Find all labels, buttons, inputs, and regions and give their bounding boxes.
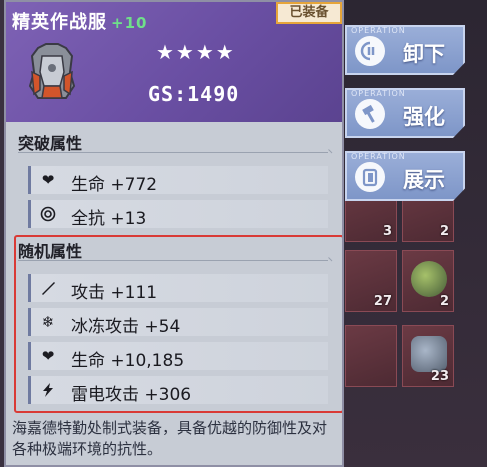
stat-row: ❤ 生命 +772 [28, 166, 328, 195]
stat-row: 全抗 +13 [28, 200, 328, 229]
operation-tag: OPERATION [351, 26, 406, 35]
inventory-slot[interactable]: 27 [345, 250, 397, 312]
operation-tag: OPERATION [351, 89, 406, 98]
slot-count: 27 [373, 294, 392, 309]
unequip-button[interactable]: OPERATION 卸下 [345, 25, 465, 75]
display-icon [355, 162, 385, 192]
item-level: +10 [111, 14, 148, 32]
operation-tag: OPERATION [351, 152, 406, 161]
inventory-slot[interactable] [345, 325, 397, 387]
slot-count: 2 [439, 294, 449, 309]
gear-score: GS:1490 [148, 82, 240, 106]
stat-label: 生命 [71, 175, 105, 195]
stat-label: 全抗 [71, 209, 105, 229]
item-name: 精英作战服 [12, 12, 107, 33]
unequip-label: 卸下 [403, 42, 445, 66]
item-title: 精英作战服 +10 [12, 8, 147, 34]
rarity-stars: ★★★★ [156, 40, 236, 64]
equipped-badge: 已装备 [276, 2, 342, 24]
slot-count: 2 [439, 224, 449, 239]
slot-count: 23 [430, 369, 449, 384]
breakthrough-title: 突破属性 [18, 134, 83, 153]
item-thumbnail [411, 261, 447, 297]
resist-all-icon [39, 205, 57, 223]
stat-value: +13 [110, 209, 147, 229]
heart-icon: ❤ [41, 171, 55, 189]
hammer-icon [355, 99, 385, 129]
section-divider [18, 152, 328, 153]
random-stats-highlight [14, 235, 342, 413]
inventory-slot[interactable]: 23 [402, 325, 454, 387]
item-description: 海嘉德特勤处制式装备，具备优越的防御性及对各种极端环境的抗性。 [12, 418, 337, 465]
display-label: 展示 [403, 168, 445, 192]
inventory-slot[interactable]: 2 [402, 250, 454, 312]
enhance-label: 强化 [403, 105, 445, 129]
enhance-button[interactable]: OPERATION 强化 [345, 88, 465, 138]
armor-icon [26, 42, 78, 102]
display-button[interactable]: OPERATION 展示 [345, 151, 465, 201]
slot-count: 3 [382, 224, 392, 239]
item-thumbnail [411, 336, 447, 372]
item-header: 精英作战服 +10 已装备 ★★★★ GS:1490 [6, 2, 342, 122]
item-detail-panel: 精英作战服 +10 已装备 ★★★★ GS:1490 突破属性 ❤ 生命 +772 [4, 0, 344, 467]
unequip-icon [355, 36, 385, 66]
stat-value: +772 [110, 175, 158, 195]
